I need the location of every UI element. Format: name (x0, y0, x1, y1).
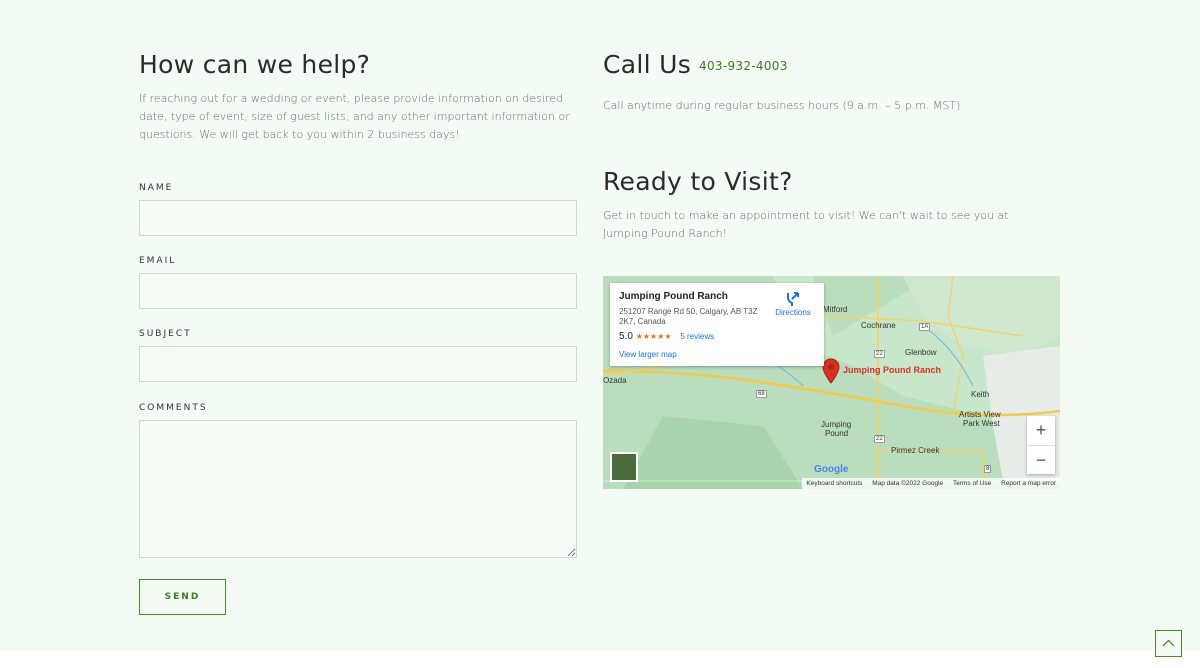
name-input[interactable] (139, 200, 577, 236)
keyboard-shortcuts-link[interactable]: Keyboard shortcuts (806, 480, 862, 487)
rating-value: 5.0 (619, 331, 633, 342)
google-map[interactable]: Mitford Cochrane Glenbow Ozada Keith Art… (603, 276, 1060, 489)
town-glenbow: Glenbow (905, 348, 937, 357)
road-1a: 1A (919, 323, 931, 331)
road-22-north: 22 (874, 350, 885, 358)
chevron-up-icon (1162, 639, 1175, 647)
zoom-controls: + − (1027, 416, 1055, 474)
footer-strip (0, 650, 1200, 668)
help-intro: If reaching out for a wedding or event, … (139, 92, 570, 141)
email-label: EMAIL (139, 256, 177, 266)
town-pirmez-creek: Pirmez Creek (891, 446, 940, 455)
terms-link[interactable]: Terms of Use (953, 480, 991, 487)
contact-info-column: Call Us 403-932-4003 Call anytime during … (603, 48, 1060, 243)
road-68: 68 (756, 390, 767, 398)
place-rating: 5.0 ★★★★★ 5 reviews (619, 331, 714, 342)
place-card: Jumping Pound Ranch 251207 Range Rd 50, … (610, 283, 824, 366)
visit-title: Ready to Visit? (603, 167, 793, 196)
place-address: 251207 Range Rd 50, Calgary, AB T3Z 2K7,… (619, 307, 758, 326)
town-cochrane: Cochrane (861, 321, 896, 330)
map-data-text: Map data ©2022 Google (872, 480, 944, 487)
phone-link[interactable]: 403-932-4003 (699, 59, 788, 73)
road-22-south: 22 (874, 435, 885, 443)
town-ozada: Ozada (603, 376, 627, 385)
zoom-out-button[interactable]: − (1027, 446, 1055, 475)
zoom-in-button[interactable]: + (1027, 416, 1055, 446)
help-title: How can we help? (139, 50, 371, 79)
report-error-link[interactable]: Report a map error (1001, 480, 1056, 487)
email-input[interactable] (139, 273, 577, 309)
map-attribution: Keyboard shortcuts Map data ©2022 Google… (802, 478, 1060, 489)
town-park-west: Park West (963, 419, 1000, 428)
directions-button[interactable]: Directions (770, 289, 816, 317)
town-mitford: Mitford (823, 305, 848, 314)
send-button[interactable]: SEND (139, 579, 226, 615)
town-keith: Keith (971, 390, 990, 399)
reviews-link[interactable]: 5 reviews (680, 332, 714, 341)
directions-icon (787, 292, 799, 306)
map-pin-icon[interactable] (822, 358, 840, 384)
town-artists-view: Artists View (959, 410, 1001, 419)
town-jumping: Jumping (821, 420, 852, 429)
satellite-toggle[interactable] (610, 452, 638, 482)
star-rating-icon: ★★★★★ (635, 332, 672, 341)
help-column: How can we help? If reaching out for a w… (139, 48, 577, 558)
subject-input[interactable] (139, 346, 577, 382)
subject-label: SUBJECT (139, 329, 192, 339)
visit-text: Get in touch to make an appointment to v… (603, 209, 1009, 240)
contact-section: How can we help? If reaching out for a w… (0, 0, 1200, 650)
road-8: 8 (984, 465, 992, 473)
comments-label: COMMENTS (139, 403, 208, 413)
google-logo: Google (814, 464, 849, 475)
hours-text: Call anytime during regular business hou… (603, 99, 961, 112)
directions-label: Directions (775, 308, 811, 317)
town-pound: Pound (825, 429, 849, 438)
comments-textarea[interactable] (139, 420, 577, 558)
view-larger-map-link[interactable]: View larger map (619, 350, 677, 359)
pin-label[interactable]: Jumping Pound Ranch (843, 365, 941, 375)
call-us-heading: Call Us (603, 50, 692, 79)
place-name: Jumping Pound Ranch (619, 291, 728, 302)
name-label: NAME (139, 183, 174, 193)
scroll-to-top-button[interactable] (1155, 630, 1182, 657)
call-us-title: Call Us 403-932-4003 (603, 48, 1060, 83)
